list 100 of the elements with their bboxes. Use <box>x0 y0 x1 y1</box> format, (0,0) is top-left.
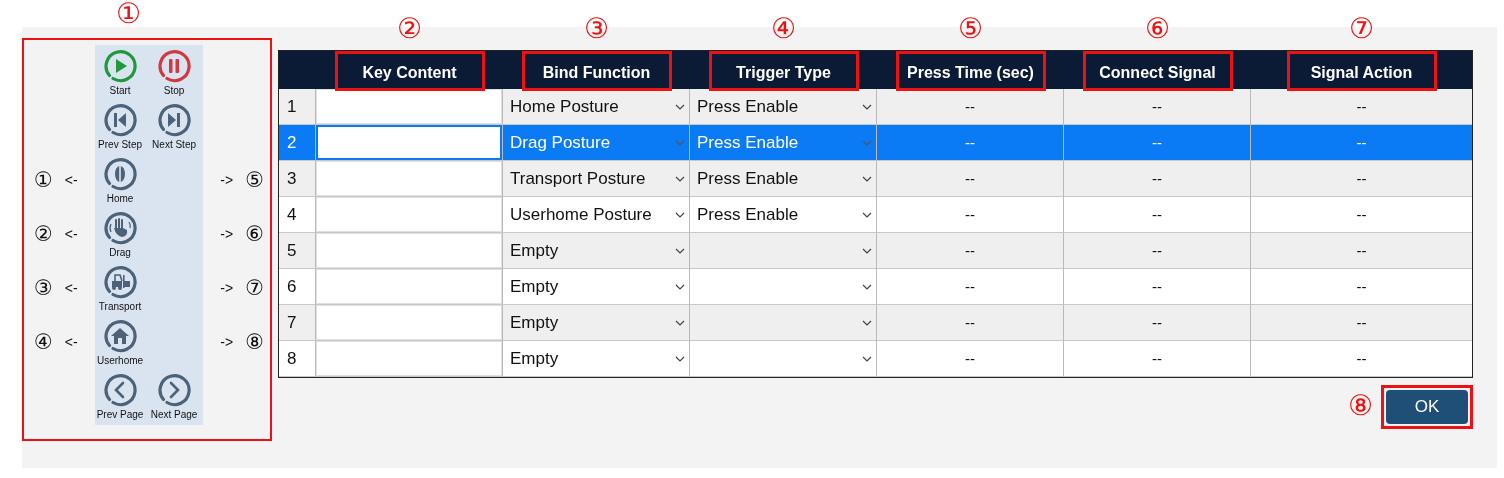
trigger-type-dropdown[interactable] <box>690 233 877 269</box>
bind-function-dropdown[interactable]: Drag Posture <box>503 125 690 161</box>
annotation-number: ⑦ <box>1348 15 1375 43</box>
trigger-type-dropdown[interactable]: Press Enable <box>690 161 877 197</box>
drag-button[interactable]: Drag <box>93 210 148 258</box>
table-cell: -- <box>1251 89 1472 125</box>
annotation-number: ④ <box>770 15 797 43</box>
circled-number: ⑥ <box>245 222 264 246</box>
row-number-cell: 3 <box>279 161 316 197</box>
circled-number: ① <box>34 168 53 192</box>
annotation-number: ⑧ <box>1347 392 1373 420</box>
bind-function-dropdown[interactable]: Empty <box>503 305 690 341</box>
table-cell: -- <box>1064 161 1251 197</box>
trigger-type-dropdown[interactable]: Press Enable <box>690 197 877 233</box>
table-cell: -- <box>1064 125 1251 161</box>
start-button[interactable]: Start <box>93 48 148 96</box>
stop-button[interactable]: Stop <box>147 48 202 96</box>
chevron-down-icon <box>675 175 685 182</box>
bind-function-dropdown[interactable]: Empty <box>503 233 690 269</box>
row-number-cell: 2 <box>279 125 316 161</box>
userhome-button[interactable]: Userhome <box>93 318 148 366</box>
column-header: Press Time (sec) <box>895 51 1046 91</box>
table-cell: -- <box>877 269 1064 305</box>
table-cell: -- <box>1064 89 1251 125</box>
chevron-down-icon <box>675 103 685 110</box>
annotation-number: ③ <box>583 15 610 43</box>
chevron-down-icon <box>675 355 685 362</box>
bind-function-dropdown[interactable]: Home Posture <box>503 89 690 125</box>
circled-number: ⑦ <box>245 276 264 300</box>
home-position-icon <box>102 156 139 192</box>
chevron-right-icon <box>156 372 193 408</box>
trigger-type-dropdown[interactable] <box>690 341 877 377</box>
annotation-number: ⑤ <box>957 15 984 43</box>
row-number-cell: 5 <box>279 233 316 269</box>
column-header: Signal Action <box>1286 51 1437 91</box>
pause-icon <box>156 48 193 84</box>
table-cell: -- <box>1064 269 1251 305</box>
house-icon <box>102 318 139 354</box>
row-number-cell: 7 <box>279 305 316 341</box>
table-cell: -- <box>1251 233 1472 269</box>
table-cell: -- <box>1251 305 1472 341</box>
next-page-button[interactable]: Next Page <box>147 372 202 420</box>
trigger-type-dropdown[interactable]: Press Enable <box>690 89 877 125</box>
hand-icon <box>102 210 139 246</box>
arrow-text: -> <box>220 334 234 350</box>
skip-back-icon <box>102 102 139 138</box>
arrow-text: <- <box>64 280 78 296</box>
annotation-number: ② <box>396 15 423 43</box>
table-cell: -- <box>1251 125 1472 161</box>
circled-number: ⑤ <box>245 168 264 192</box>
chevron-down-icon <box>862 247 872 254</box>
ok-button[interactable]: OK <box>1386 390 1468 424</box>
trigger-type-dropdown[interactable] <box>690 305 877 341</box>
row-number-cell: 6 <box>279 269 316 305</box>
circled-number: ⑧ <box>245 330 264 354</box>
arrow-text: -> <box>220 280 234 296</box>
chevron-down-icon <box>675 139 685 146</box>
table-cell: -- <box>1251 341 1472 377</box>
chevron-down-icon <box>862 211 872 218</box>
annotation-number: ⑥ <box>1144 15 1171 43</box>
table-cell: -- <box>877 341 1064 377</box>
circled-number: ③ <box>34 276 53 300</box>
play-icon <box>102 48 139 84</box>
arrow-text: <- <box>64 334 78 350</box>
table-cell: -- <box>1251 269 1472 305</box>
bind-function-dropdown[interactable]: Transport Posture <box>503 161 690 197</box>
table-cell: -- <box>1251 197 1472 233</box>
column-header: Bind Function <box>521 51 672 91</box>
prev-step-button[interactable]: Prev Step <box>93 102 148 150</box>
next-step-button[interactable]: Next Step <box>147 102 202 150</box>
key-content-field[interactable] <box>316 125 502 160</box>
arrow-text: <- <box>64 226 78 242</box>
trigger-type-dropdown[interactable] <box>690 269 877 305</box>
trigger-type-dropdown[interactable]: Press Enable <box>690 125 877 161</box>
skip-forward-icon <box>156 102 193 138</box>
arrow-text: -> <box>220 226 234 242</box>
forklift-icon <box>102 264 139 300</box>
home-button[interactable]: Home <box>93 156 148 204</box>
prev-page-button[interactable]: Prev Page <box>93 372 148 420</box>
column-header: Trigger Type <box>708 51 859 91</box>
chevron-left-icon <box>102 372 139 408</box>
table-cell: -- <box>877 233 1064 269</box>
bind-function-dropdown[interactable]: Userhome Posture <box>503 197 690 233</box>
chevron-down-icon <box>862 355 872 362</box>
transport-button[interactable]: Transport <box>93 264 148 312</box>
chevron-down-icon <box>862 139 872 146</box>
table-cell: -- <box>1064 341 1251 377</box>
annotation-number: ① <box>116 0 142 28</box>
table-cell: -- <box>877 305 1064 341</box>
table-cell: -- <box>1064 305 1251 341</box>
table-cell: -- <box>877 161 1064 197</box>
table-cell: -- <box>1251 161 1472 197</box>
chevron-down-icon <box>675 319 685 326</box>
chevron-down-icon <box>675 247 685 254</box>
bind-function-dropdown[interactable]: Empty <box>503 269 690 305</box>
chevron-down-icon <box>862 283 872 290</box>
chevron-down-icon <box>862 175 872 182</box>
chevron-down-icon <box>862 103 872 110</box>
arrow-text: <- <box>64 172 78 188</box>
bind-function-dropdown[interactable]: Empty <box>503 341 690 377</box>
